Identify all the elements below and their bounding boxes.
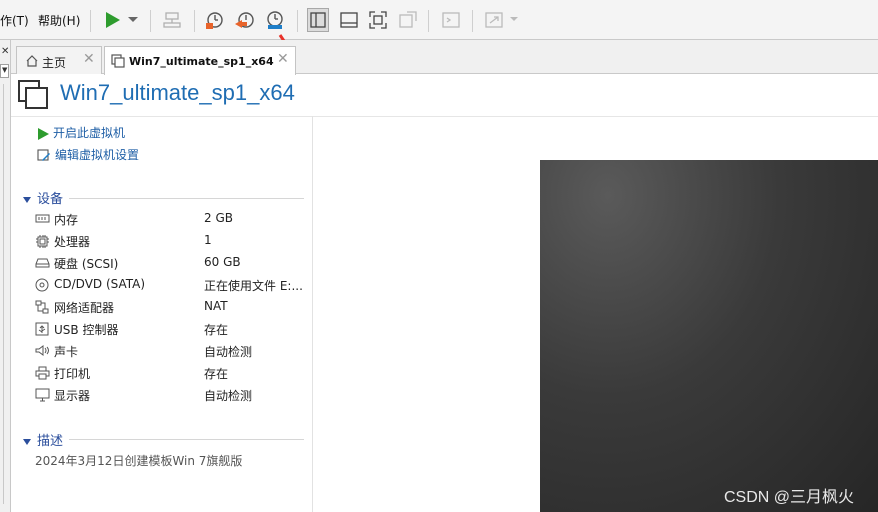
thumbnail-bar-icon[interactable] [339, 10, 359, 30]
device-name: USB 控制器 [54, 323, 119, 337]
vm-screen-preview[interactable] [540, 160, 878, 512]
device-name: 网络适配器 [54, 301, 115, 315]
device-row[interactable]: 硬盘 (SCSI) 60 GB [35, 253, 315, 273]
library-panel-edge: ✕ ▼ [0, 40, 11, 512]
full-screen-icon[interactable] [368, 10, 388, 30]
toolbar-separator [472, 10, 473, 32]
take-snapshot-icon[interactable] [205, 10, 225, 30]
revert-snapshot-icon[interactable] [235, 10, 255, 30]
device-row[interactable]: USB 控制器 存在 [35, 319, 315, 339]
description-text: 2024年3月12日创建模板Win 7旗舰版 [35, 454, 243, 468]
device-name: 硬盘 (SCSI) [54, 257, 119, 271]
power-on-link[interactable]: 开启此虚拟机 [37, 124, 125, 141]
device-name: CD/DVD (SATA) [54, 277, 146, 291]
library-tree-line [3, 84, 4, 504]
power-on-label: 开启此虚拟机 [53, 126, 126, 140]
device-name: 内存 [54, 213, 79, 227]
play-icon[interactable] [104, 11, 122, 29]
console-view-icon[interactable] [441, 10, 461, 30]
snapshot-manager-icon[interactable] [265, 10, 285, 30]
hard-disk-icon [35, 258, 50, 268]
device-name: 打印机 [54, 367, 91, 381]
close-icon[interactable]: ✕ [277, 51, 289, 67]
close-icon[interactable]: ✕ [83, 51, 95, 67]
description-heading-label: 描述 [37, 434, 64, 449]
home-icon [26, 55, 38, 67]
device-row[interactable]: 声卡 自动检测 [35, 341, 315, 361]
edit-settings-label: 编辑虚拟机设置 [55, 148, 140, 162]
section-divider [69, 439, 304, 440]
device-name: 声卡 [54, 345, 79, 359]
unity-mode-icon[interactable] [398, 10, 418, 30]
send-keys-icon[interactable] [163, 11, 181, 29]
processor-icon [36, 235, 49, 248]
sound-card-icon [35, 345, 49, 356]
stretch-guest-icon[interactable] [484, 10, 504, 30]
watermark: CSDN @三月枫火 [724, 489, 855, 506]
collapse-triangle-icon [23, 196, 31, 203]
tab-strip: 主页 ✕ Win7_ultimate_sp1_x64 ✕ [11, 40, 878, 75]
chevron-down-icon[interactable] [128, 17, 138, 23]
menu-edit-partial[interactable]: 作(T) [0, 12, 29, 29]
chevron-down-icon: ▼ [2, 66, 8, 74]
device-row[interactable]: CD/DVD (SATA) 正在使用文件 E:... [35, 275, 315, 295]
vm-details-panel: 开启此虚拟机 编辑虚拟机设置 设备 内存 2 GB 处理器 1 硬盘 (SCSI… [11, 116, 312, 512]
device-row[interactable]: 内存 2 GB [35, 209, 315, 229]
device-row[interactable]: 处理器 1 [35, 231, 315, 251]
vm-icon [111, 54, 125, 68]
vm-title-icon [18, 80, 48, 109]
tab-label: Win7_ultimate_sp1_x64 [129, 55, 274, 68]
devices-heading[interactable]: 设备 [23, 188, 63, 207]
tab-vm[interactable]: Win7_ultimate_sp1_x64 ✕ [104, 46, 296, 75]
menu-help[interactable]: 帮助(H) [38, 12, 80, 29]
sidebar-layout-icon [310, 12, 326, 28]
device-value: NAT [204, 299, 228, 313]
toolbar: 作(T) 帮助(H) [0, 0, 878, 40]
device-row[interactable]: 显示器 自动检测 [35, 385, 315, 405]
library-dropdown[interactable]: ▼ [0, 64, 9, 78]
chevron-down-icon[interactable] [510, 17, 518, 22]
usb-icon [35, 322, 49, 336]
toolbar-separator [297, 10, 298, 32]
device-value: 存在 [204, 367, 229, 381]
device-name: 处理器 [54, 235, 91, 249]
edit-settings-link[interactable]: 编辑虚拟机设置 [37, 146, 139, 163]
device-row[interactable]: 打印机 存在 [35, 363, 315, 383]
device-value: 正在使用文件 E:... [204, 279, 303, 293]
device-row[interactable]: 网络适配器 NAT [35, 297, 315, 317]
device-value: 存在 [204, 323, 229, 337]
devices-heading-label: 设备 [37, 192, 64, 207]
cd-dvd-icon [35, 278, 49, 292]
toolbar-separator [150, 10, 151, 32]
device-value: 2 GB [204, 211, 233, 225]
section-divider [69, 198, 304, 199]
network-adapter-icon [35, 300, 49, 314]
toolbar-separator [428, 10, 429, 32]
library-toggle-button[interactable] [307, 8, 329, 32]
device-value: 自动检测 [204, 345, 253, 359]
printer-icon [35, 366, 50, 380]
edit-settings-icon [37, 149, 50, 161]
device-value: 自动检测 [204, 389, 253, 403]
memory-icon [35, 214, 50, 223]
tab-label: 主页 [42, 56, 67, 70]
collapse-triangle-icon [23, 438, 31, 445]
vm-title: Win7_ultimate_sp1_x64 [60, 80, 295, 105]
close-icon[interactable]: ✕ [1, 46, 9, 57]
description-heading[interactable]: 描述 [23, 430, 63, 449]
tab-home[interactable]: 主页 ✕ [16, 46, 102, 74]
device-value: 60 GB [204, 255, 241, 269]
display-icon [35, 388, 50, 402]
play-icon [38, 127, 49, 140]
device-name: 显示器 [54, 389, 91, 403]
toolbar-separator [90, 10, 91, 32]
toolbar-separator [194, 10, 195, 32]
device-value: 1 [204, 233, 212, 247]
